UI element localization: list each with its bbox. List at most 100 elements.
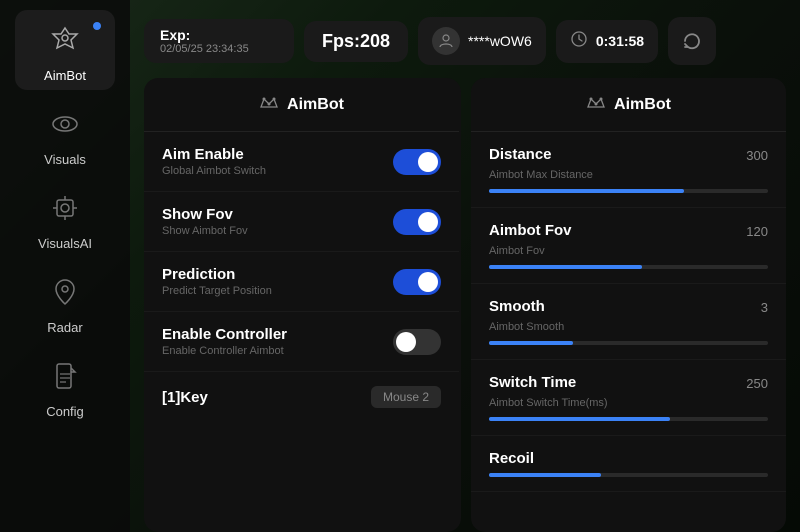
controller-name: Enable Controller	[162, 326, 287, 343]
user-name: ****wOW6	[468, 33, 532, 49]
exp-card: Exp: 02/05/25 23:34:35	[144, 19, 294, 63]
show-fov-toggle[interactable]	[393, 209, 441, 235]
left-panel-header: AimBot	[144, 78, 459, 132]
controller-info: Enable Controller Enable Controller Aimb…	[162, 326, 287, 357]
sidebar-item-radar[interactable]: Radar	[15, 262, 115, 342]
setting-row-key: [1]Key Mouse 2	[144, 372, 459, 422]
aim-enable-name: Aim Enable	[162, 146, 266, 163]
left-panel-title: AimBot	[287, 96, 344, 114]
time-value: 0:31:58	[596, 33, 644, 49]
show-fov-name: Show Fov	[162, 206, 248, 223]
aim-enable-info: Aim Enable Global Aimbot Switch	[162, 146, 266, 177]
right-crown-icon	[586, 92, 606, 117]
setting-row-distance: Distance 300 Aimbot Max Distance	[471, 132, 786, 208]
recoil-fill	[489, 473, 601, 477]
header-bar: Exp: 02/05/25 23:34:35 Fps:208 ****wOW6	[144, 14, 786, 68]
setting-row-show-fov: Show Fov Show Aimbot Fov	[144, 192, 459, 252]
scan-icon	[43, 186, 87, 230]
distance-value: 300	[746, 148, 768, 163]
setting-row-switch-time: Switch Time 250 Aimbot Switch Time(ms)	[471, 360, 786, 436]
switch-time-fill	[489, 417, 670, 421]
sidebar-label-config: Config	[46, 404, 84, 419]
aimbot-icon	[43, 18, 87, 62]
key-name: [1]Key	[162, 389, 208, 406]
smooth-name: Smooth	[489, 298, 545, 315]
distance-name: Distance	[489, 146, 552, 163]
right-panel-content: Distance 300 Aimbot Max Distance Aimbot …	[471, 132, 786, 532]
smooth-header: Smooth 3	[489, 298, 768, 315]
left-aimbot-panel: AimBot Aim Enable Global Aimbot Switch	[144, 78, 461, 532]
prediction-desc: Predict Target Position	[162, 285, 272, 297]
file-icon	[43, 354, 87, 398]
show-fov-desc: Show Aimbot Fov	[162, 225, 248, 237]
sidebar-label-aimbot: AimBot	[44, 68, 86, 83]
smooth-fill	[489, 341, 573, 345]
left-crown-icon	[259, 92, 279, 117]
sidebar-label-visualsai: VisualsAI	[38, 236, 92, 251]
smooth-slider[interactable]	[489, 341, 768, 345]
distance-slider[interactable]	[489, 189, 768, 193]
smooth-desc: Aimbot Smooth	[489, 321, 768, 333]
recoil-name: Recoil	[489, 450, 534, 467]
sidebar-item-aimbot[interactable]: AimBot	[15, 10, 115, 90]
right-aimbot-panel: AimBot Distance 300 Aimbot Max Distance	[471, 78, 786, 532]
setting-row-prediction: Prediction Predict Target Position	[144, 252, 459, 312]
key-value-badge[interactable]: Mouse 2	[371, 386, 441, 408]
panels-area: AimBot Aim Enable Global Aimbot Switch	[144, 78, 786, 532]
refresh-icon	[681, 30, 703, 52]
sidebar-item-visualsai[interactable]: VisualsAI	[15, 178, 115, 258]
time-card: 0:31:58	[556, 20, 658, 63]
key-info: [1]Key	[162, 389, 208, 406]
aimbot-fov-name: Aimbot Fov	[489, 222, 572, 239]
exp-label: Exp:	[160, 27, 278, 43]
setting-row-controller: Enable Controller Enable Controller Aimb…	[144, 312, 459, 372]
show-fov-info: Show Fov Show Aimbot Fov	[162, 206, 248, 237]
sidebar-label-visuals: Visuals	[44, 152, 86, 167]
aimbot-fov-value: 120	[746, 224, 768, 239]
controller-desc: Enable Controller Aimbot	[162, 345, 287, 357]
recoil-slider[interactable]	[489, 473, 768, 477]
controller-toggle[interactable]	[393, 329, 441, 355]
setting-row-aim-enable: Aim Enable Global Aimbot Switch	[144, 132, 459, 192]
sidebar-item-visuals[interactable]: Visuals	[15, 94, 115, 174]
eye-icon	[43, 102, 87, 146]
sidebar-label-radar: Radar	[47, 320, 82, 335]
aimbot-fov-header: Aimbot Fov 120	[489, 222, 768, 239]
sidebar: AimBot Visuals	[0, 0, 130, 532]
switch-time-name: Switch Time	[489, 374, 576, 391]
switch-time-value: 250	[746, 376, 768, 391]
switch-time-desc: Aimbot Switch Time(ms)	[489, 397, 768, 409]
setting-row-smooth: Smooth 3 Aimbot Smooth	[471, 284, 786, 360]
location-icon	[43, 270, 87, 314]
prediction-toggle[interactable]	[393, 269, 441, 295]
aimbot-fov-desc: Aimbot Fov	[489, 245, 768, 257]
aim-enable-desc: Global Aimbot Switch	[162, 165, 266, 177]
fps-value: Fps:208	[322, 31, 390, 52]
distance-fill	[489, 189, 684, 193]
setting-row-recoil: Recoil	[471, 436, 786, 492]
user-avatar-icon	[432, 27, 460, 55]
prediction-name: Prediction	[162, 266, 272, 283]
recoil-header: Recoil	[489, 450, 768, 467]
aimbot-fov-slider[interactable]	[489, 265, 768, 269]
switch-time-header: Switch Time 250	[489, 374, 768, 391]
aim-enable-toggle[interactable]	[393, 149, 441, 175]
right-panel-title: AimBot	[614, 96, 671, 114]
prediction-info: Prediction Predict Target Position	[162, 266, 272, 297]
switch-time-slider[interactable]	[489, 417, 768, 421]
right-panel-area: Exp: 02/05/25 23:34:35 Fps:208 ****wOW6	[130, 0, 800, 532]
setting-row-aimbot-fov: Aimbot Fov 120 Aimbot Fov	[471, 208, 786, 284]
sidebar-item-config[interactable]: Config	[15, 346, 115, 426]
left-panel-content: Aim Enable Global Aimbot Switch Show Fov…	[144, 132, 459, 532]
refresh-button[interactable]	[668, 17, 716, 65]
clock-icon	[570, 30, 588, 53]
right-panel-header: AimBot	[471, 78, 786, 132]
distance-desc: Aimbot Max Distance	[489, 169, 768, 181]
user-card: ****wOW6	[418, 17, 546, 65]
distance-header: Distance 300	[489, 146, 768, 163]
fps-card: Fps:208	[304, 21, 408, 62]
exp-date: 02/05/25 23:34:35	[160, 43, 278, 55]
aimbot-fov-fill	[489, 265, 642, 269]
smooth-value: 3	[761, 300, 768, 315]
active-dot-indicator	[93, 22, 101, 30]
